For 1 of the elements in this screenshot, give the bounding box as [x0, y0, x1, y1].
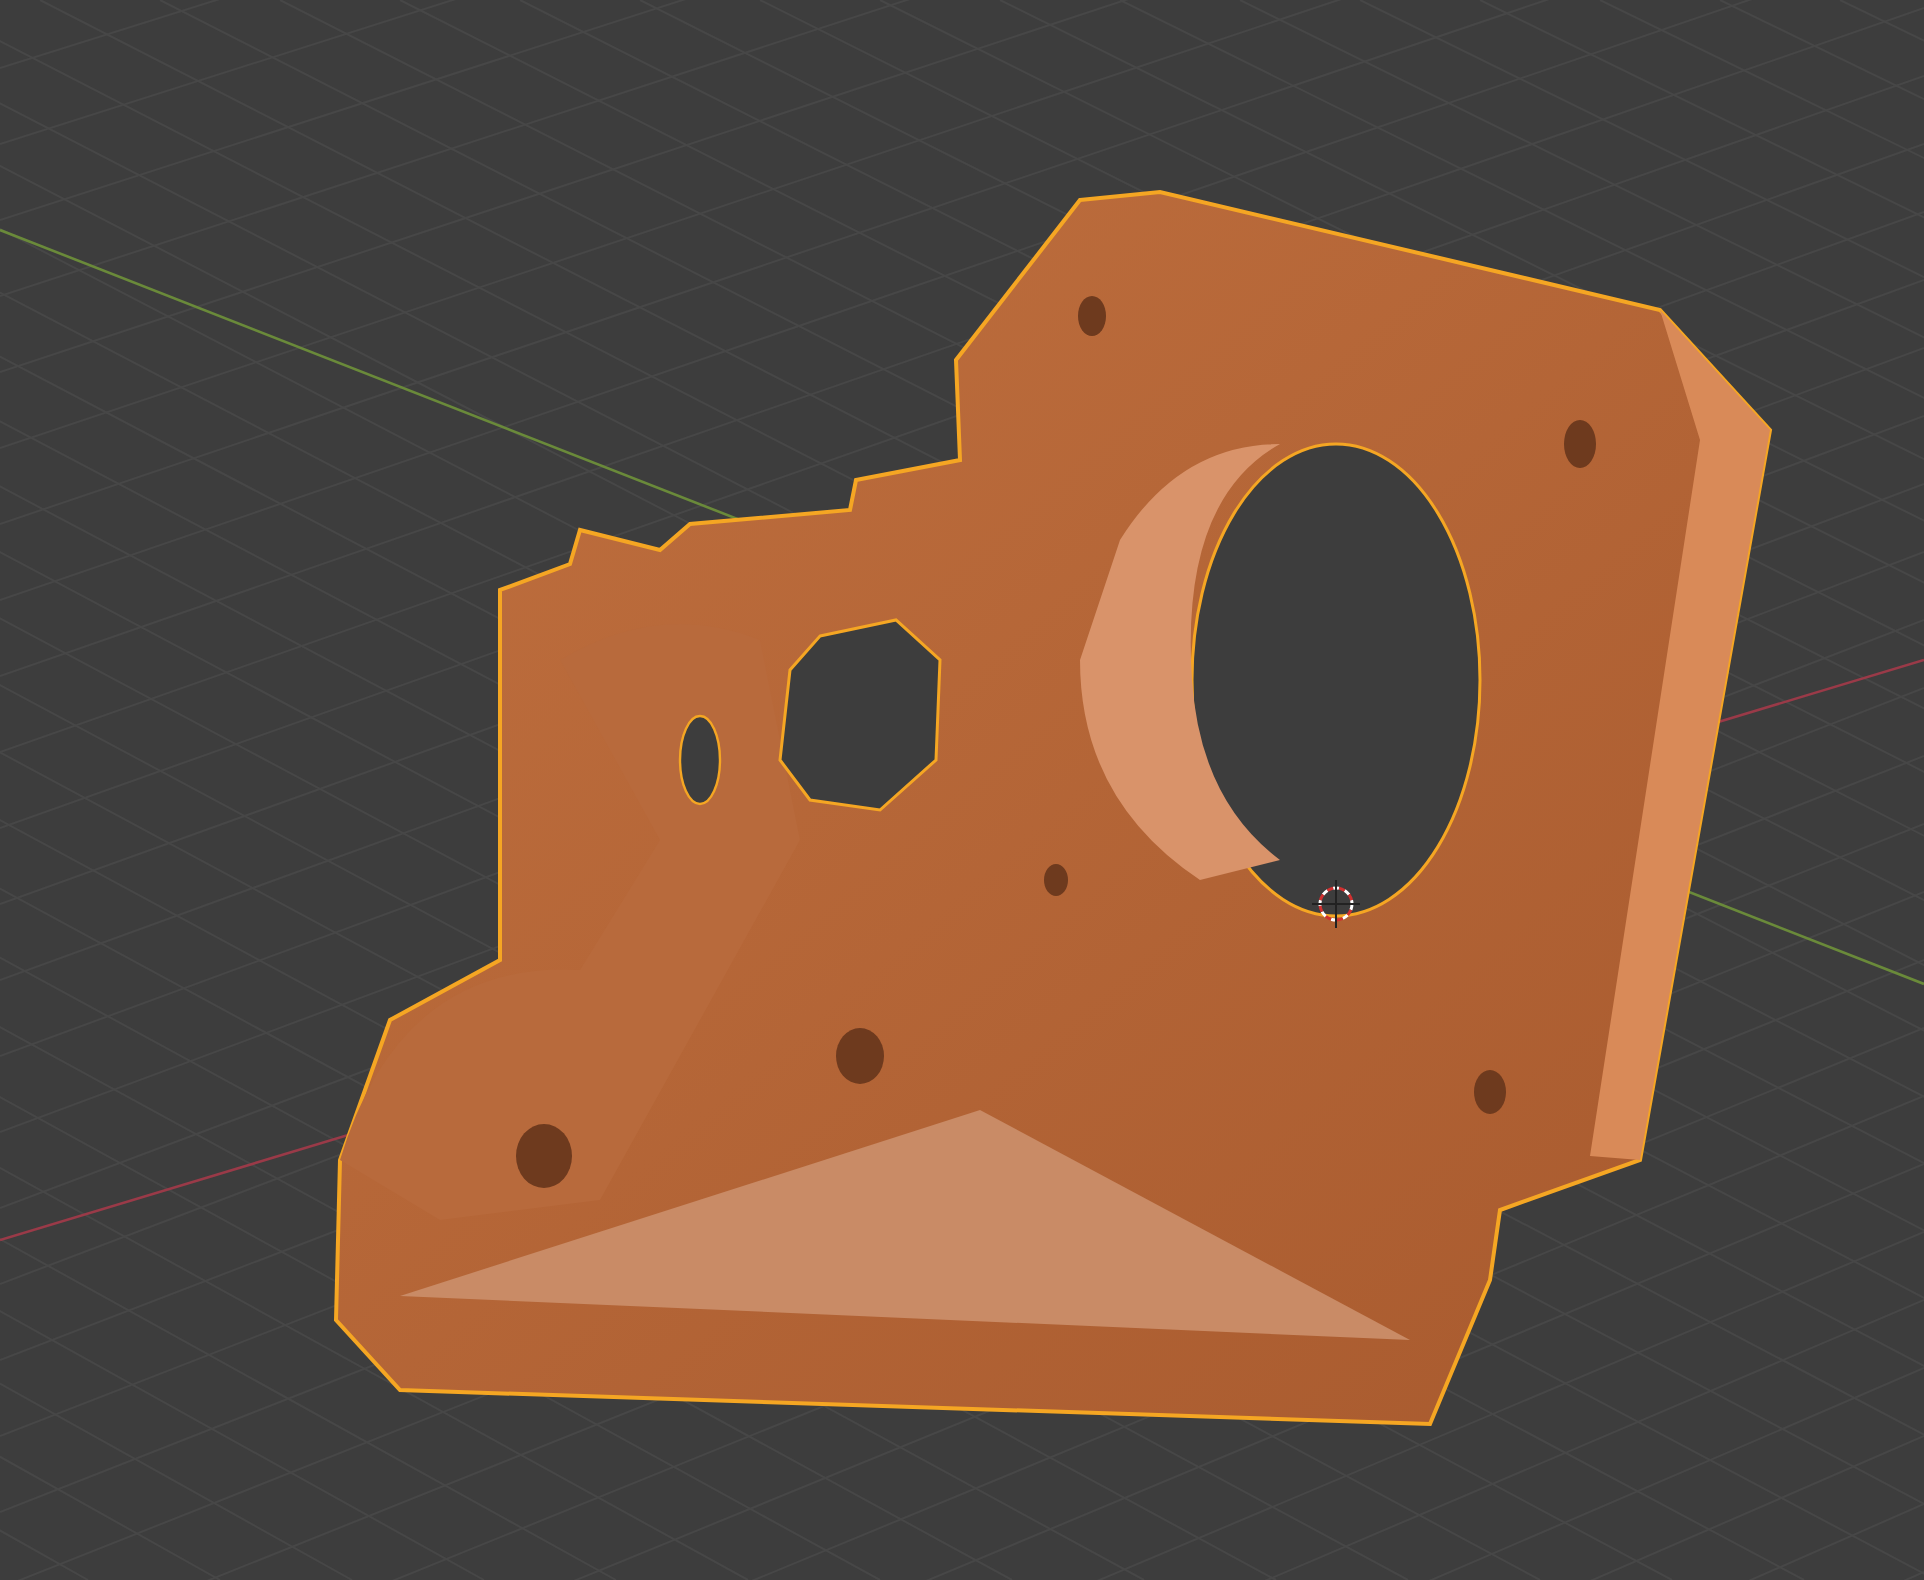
3d-cursor-icon	[1311, 879, 1361, 929]
